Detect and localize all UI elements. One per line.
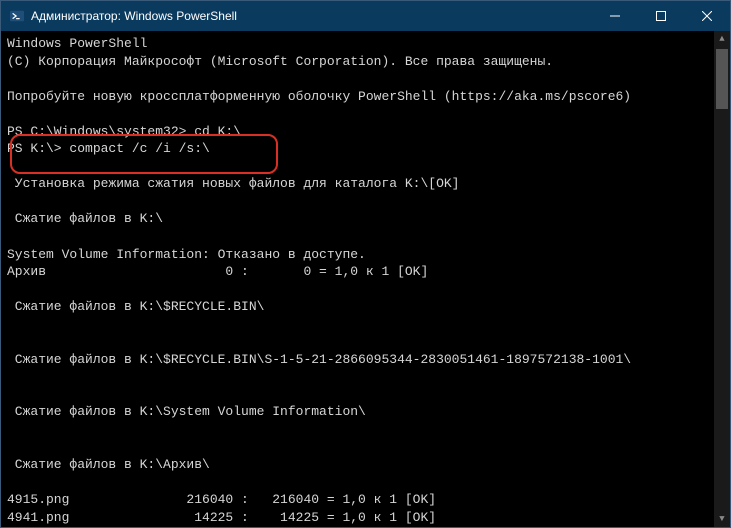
scroll-down-button[interactable]: ▼ xyxy=(714,511,730,527)
terminal-line: System Volume Information: Отказано в до… xyxy=(7,246,708,264)
terminal-line: Сжатие файлов в K:\System Volume Informa… xyxy=(7,403,708,421)
window-title: Администратор: Windows PowerShell xyxy=(31,9,592,23)
terminal-line xyxy=(7,333,708,351)
window-controls xyxy=(592,1,730,31)
terminal-content: Windows PowerShell(C) Корпорация Майкрос… xyxy=(7,35,708,527)
powershell-icon xyxy=(9,8,25,24)
terminal-line xyxy=(7,421,708,439)
terminal-line: Архив 0 : 0 = 1,0 к 1 [OK] xyxy=(7,263,708,281)
vertical-scrollbar[interactable]: ▲ ▼ xyxy=(714,31,730,527)
terminal-line: PS C:\Windows\system32> cd K:\ xyxy=(7,123,708,141)
powershell-window: Администратор: Windows PowerShell Window… xyxy=(0,0,731,528)
terminal-line: Установка режима сжатия новых файлов для… xyxy=(7,175,708,193)
terminal-line xyxy=(7,386,708,404)
terminal-line xyxy=(7,439,708,457)
terminal-line: Попробуйте новую кроссплатформенную обол… xyxy=(7,88,708,106)
terminal-line: 4941.png 14225 : 14225 = 1,0 к 1 [OK] xyxy=(7,509,708,527)
terminal-line: 4915.png 216040 : 216040 = 1,0 к 1 [OK] xyxy=(7,491,708,509)
close-button[interactable] xyxy=(684,1,730,31)
terminal-line xyxy=(7,316,708,334)
scroll-thumb[interactable] xyxy=(716,49,728,109)
terminal-line xyxy=(7,193,708,211)
terminal-line xyxy=(7,105,708,123)
terminal-line xyxy=(7,228,708,246)
terminal-line: Сжатие файлов в K:\ xyxy=(7,210,708,228)
terminal-line: Сжатие файлов в K:\$RECYCLE.BIN\S-1-5-21… xyxy=(7,351,708,369)
terminal-line: Windows PowerShell xyxy=(7,35,708,53)
terminal-line xyxy=(7,158,708,176)
scroll-up-button[interactable]: ▲ xyxy=(714,31,730,47)
terminal-line: Сжатие файлов в K:\Архив\ xyxy=(7,456,708,474)
terminal-line xyxy=(7,474,708,492)
terminal-line: (C) Корпорация Майкрософт (Microsoft Cor… xyxy=(7,53,708,71)
terminal-line: PS K:\> compact /c /i /s:\ xyxy=(7,140,708,158)
terminal-line xyxy=(7,281,708,299)
titlebar[interactable]: Администратор: Windows PowerShell xyxy=(1,1,730,31)
maximize-button[interactable] xyxy=(638,1,684,31)
minimize-button[interactable] xyxy=(592,1,638,31)
terminal-line: Сжатие файлов в K:\$RECYCLE.BIN\ xyxy=(7,298,708,316)
terminal-area[interactable]: Windows PowerShell(C) Корпорация Майкрос… xyxy=(1,31,730,527)
terminal-line xyxy=(7,70,708,88)
terminal-line xyxy=(7,368,708,386)
terminal-line: 5294.png 94768 : 94768 = 1,0 к 1 [OK] xyxy=(7,526,708,527)
